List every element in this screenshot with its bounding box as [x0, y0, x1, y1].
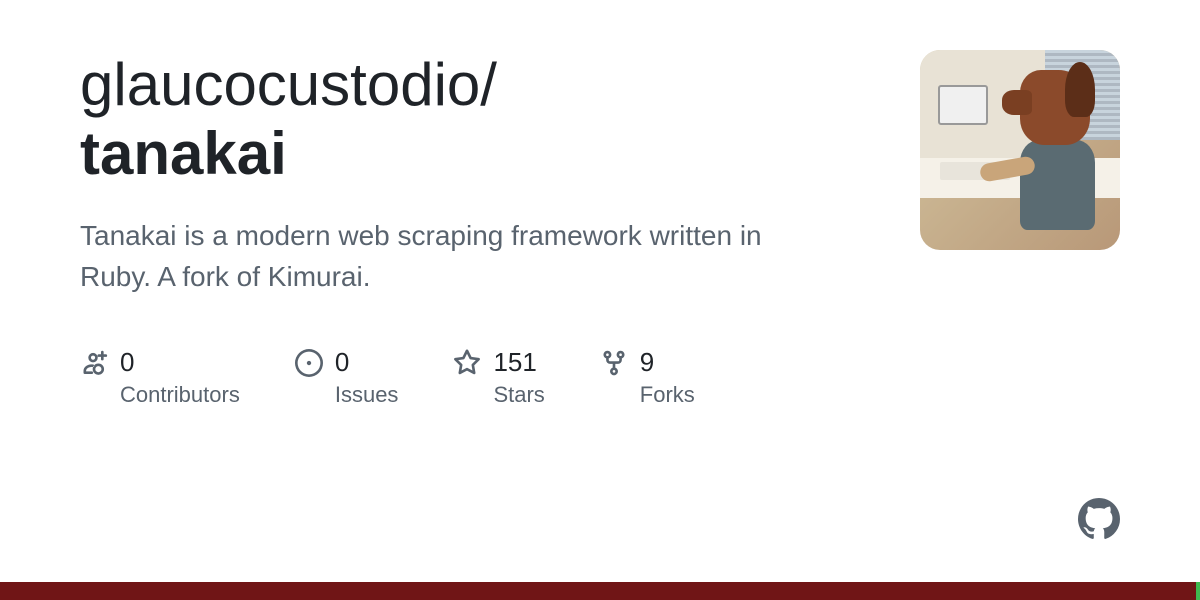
- side-column: [920, 50, 1120, 540]
- people-icon: [80, 349, 108, 377]
- issues-count: 0: [335, 347, 399, 378]
- issues-label: Issues: [335, 382, 399, 408]
- star-icon: [453, 349, 481, 377]
- repo-title: glaucocustodio/ tanakai: [80, 50, 800, 188]
- stars-stat[interactable]: 151 Stars: [453, 347, 544, 408]
- language-bar-secondary: [1196, 582, 1200, 600]
- contributors-label: Contributors: [120, 382, 240, 408]
- repo-description: Tanakai is a modern web scraping framewo…: [80, 216, 800, 297]
- forks-label: Forks: [640, 382, 695, 408]
- repo-info: glaucocustodio/ tanakai Tanakai is a mod…: [80, 50, 800, 540]
- forks-count: 9: [640, 347, 695, 378]
- repo-owner[interactable]: glaucocustodio/: [80, 51, 497, 118]
- forks-stat[interactable]: 9 Forks: [600, 347, 695, 408]
- avatar[interactable]: [920, 50, 1120, 250]
- language-bar: [0, 582, 1196, 600]
- avatar-image: [920, 50, 1120, 250]
- github-icon: [1078, 498, 1120, 540]
- fork-icon: [600, 349, 628, 377]
- issue-icon: [295, 349, 323, 377]
- repo-stats: 0 Contributors 0 Issues 151: [80, 347, 800, 408]
- repo-name[interactable]: tanakai: [80, 119, 800, 188]
- stars-label: Stars: [493, 382, 544, 408]
- issues-stat[interactable]: 0 Issues: [295, 347, 399, 408]
- repo-card: glaucocustodio/ tanakai Tanakai is a mod…: [0, 0, 1200, 540]
- stars-count: 151: [493, 347, 544, 378]
- contributors-stat[interactable]: 0 Contributors: [80, 347, 240, 408]
- contributors-count: 0: [120, 347, 240, 378]
